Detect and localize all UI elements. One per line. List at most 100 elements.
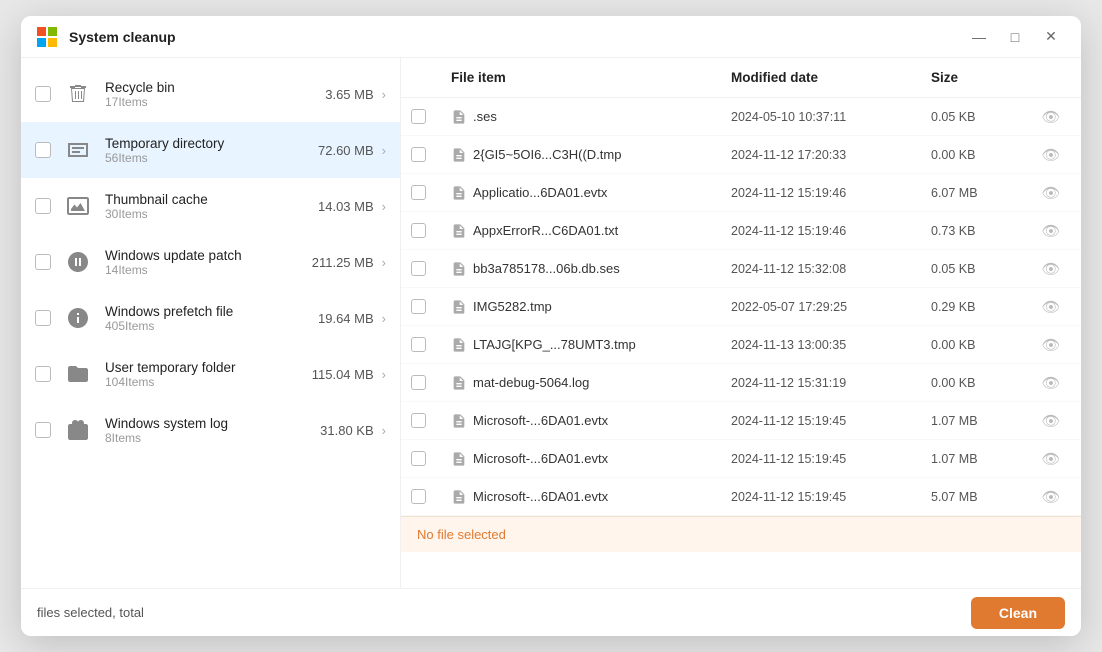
eye-icon[interactable]: 👁 bbox=[1031, 146, 1071, 164]
user-temporary-folder-size: 115.04 MB bbox=[312, 367, 374, 382]
file-row: bb3a785178...06b.db.ses 2024-11-12 15:32… bbox=[401, 250, 1081, 288]
row-checkbox[interactable] bbox=[411, 223, 426, 238]
recycle-bin-size: 3.65 MB bbox=[325, 87, 373, 102]
close-button[interactable]: ✕ bbox=[1037, 23, 1065, 51]
row-checkbox[interactable] bbox=[411, 451, 426, 466]
file-date: 2024-05-10 10:37:11 bbox=[731, 110, 931, 124]
temporary-directory-name: Temporary directory bbox=[105, 136, 318, 151]
file-name: mat-debug-5064.log bbox=[473, 375, 589, 390]
windows-system-log-icon bbox=[61, 413, 95, 447]
row-checkbox[interactable] bbox=[411, 185, 426, 200]
windows-update-patch-icon bbox=[61, 245, 95, 279]
file-name: IMG5282.tmp bbox=[473, 299, 552, 314]
row-checkbox[interactable] bbox=[411, 109, 426, 124]
row-checkbox[interactable] bbox=[411, 489, 426, 504]
file-name-cell: mat-debug-5064.log bbox=[451, 375, 731, 391]
file-row: 2{GI5~5OI6...C3H((D.tmp 2024-11-12 17:20… bbox=[401, 136, 1081, 174]
file-table-header: File item Modified date Size bbox=[401, 58, 1081, 98]
windows-update-patch-arrow: › bbox=[382, 255, 386, 270]
file-size: 0.29 KB bbox=[931, 300, 1031, 314]
file-name: AppxErrorR...C6DA01.txt bbox=[473, 223, 618, 238]
file-name-cell: Microsoft-...6DA01.evtx bbox=[451, 489, 731, 505]
eye-icon[interactable]: 👁 bbox=[1031, 412, 1071, 430]
eye-icon[interactable]: 👁 bbox=[1031, 222, 1071, 240]
file-name-cell: bb3a785178...06b.db.ses bbox=[451, 261, 731, 277]
windows-update-patch-count: 14Items bbox=[105, 263, 312, 277]
temporary-directory-checkbox[interactable] bbox=[35, 142, 51, 158]
temporary-directory-arrow: › bbox=[382, 143, 386, 158]
windows-system-log-info: Windows system log 8Items bbox=[105, 416, 320, 445]
minimize-button[interactable]: — bbox=[965, 23, 993, 51]
maximize-button[interactable]: □ bbox=[1001, 23, 1029, 51]
recycle-bin-icon bbox=[61, 77, 95, 111]
thumbnail-cache-checkbox[interactable] bbox=[35, 198, 51, 214]
file-date: 2024-11-12 15:31:19 bbox=[731, 376, 931, 390]
windows-system-log-checkbox[interactable] bbox=[35, 422, 51, 438]
file-row: Microsoft-...6DA01.evtx 2024-11-12 15:19… bbox=[401, 402, 1081, 440]
file-date: 2024-11-12 15:19:45 bbox=[731, 414, 931, 428]
no-file-selected: No file selected bbox=[401, 516, 1081, 552]
header-modified-date: Modified date bbox=[731, 70, 931, 85]
windows-prefetch-file-info: Windows prefetch file 405Items bbox=[105, 304, 318, 333]
eye-icon[interactable]: 👁 bbox=[1031, 184, 1071, 202]
file-size: 0.05 KB bbox=[931, 110, 1031, 124]
row-checkbox[interactable] bbox=[411, 337, 426, 352]
user-temporary-folder-icon bbox=[61, 357, 95, 391]
row-checkbox[interactable] bbox=[411, 413, 426, 428]
file-name-cell: AppxErrorR...C6DA01.txt bbox=[451, 223, 731, 239]
recycle-bin-name: Recycle bin bbox=[105, 80, 325, 95]
temporary-directory-count: 56Items bbox=[105, 151, 318, 165]
user-temporary-folder-checkbox[interactable] bbox=[35, 366, 51, 382]
sidebar: Recycle bin 17Items 3.65 MB › Temporary … bbox=[21, 58, 401, 588]
file-size: 0.05 KB bbox=[931, 262, 1031, 276]
row-checkbox[interactable] bbox=[411, 147, 426, 162]
file-name-cell: .ses bbox=[451, 109, 731, 125]
eye-icon[interactable]: 👁 bbox=[1031, 108, 1071, 126]
file-name-cell: Microsoft-...6DA01.evtx bbox=[451, 413, 731, 429]
eye-icon[interactable]: 👁 bbox=[1031, 374, 1071, 392]
app-title: System cleanup bbox=[69, 29, 176, 45]
app-window: System cleanup — □ ✕ Recycle bin 17Items… bbox=[21, 16, 1081, 636]
windows-prefetch-file-count: 405Items bbox=[105, 319, 318, 333]
sidebar-item-windows-update-patch[interactable]: Windows update patch 14Items 211.25 MB › bbox=[21, 234, 400, 290]
sidebar-item-user-temporary-folder[interactable]: User temporary folder 104Items 115.04 MB… bbox=[21, 346, 400, 402]
file-date: 2024-11-12 15:19:46 bbox=[731, 224, 931, 238]
eye-icon[interactable]: 👁 bbox=[1031, 260, 1071, 278]
file-size: 5.07 MB bbox=[931, 490, 1031, 504]
sidebar-item-windows-system-log[interactable]: Windows system log 8Items 31.80 KB › bbox=[21, 402, 400, 458]
eye-icon[interactable]: 👁 bbox=[1031, 450, 1071, 468]
row-checkbox[interactable] bbox=[411, 261, 426, 276]
sidebar-item-recycle-bin[interactable]: Recycle bin 17Items 3.65 MB › bbox=[21, 66, 400, 122]
eye-icon[interactable]: 👁 bbox=[1031, 336, 1071, 354]
row-checkbox[interactable] bbox=[411, 375, 426, 390]
recycle-bin-count: 17Items bbox=[105, 95, 325, 109]
file-row: .ses 2024-05-10 10:37:11 0.05 KB 👁 bbox=[401, 98, 1081, 136]
file-date: 2024-11-12 15:19:45 bbox=[731, 490, 931, 504]
windows-prefetch-file-checkbox[interactable] bbox=[35, 310, 51, 326]
file-row: Microsoft-...6DA01.evtx 2024-11-12 15:19… bbox=[401, 478, 1081, 516]
windows-system-log-arrow: › bbox=[382, 423, 386, 438]
file-name: Applicatio...6DA01.evtx bbox=[473, 185, 607, 200]
windows-system-log-count: 8Items bbox=[105, 431, 320, 445]
windows-update-patch-checkbox[interactable] bbox=[35, 254, 51, 270]
file-name: Microsoft-...6DA01.evtx bbox=[473, 489, 608, 504]
file-name: .ses bbox=[473, 109, 497, 124]
sidebar-item-windows-prefetch-file[interactable]: Windows prefetch file 405Items 19.64 MB … bbox=[21, 290, 400, 346]
file-size: 0.00 KB bbox=[931, 376, 1031, 390]
sidebar-item-temporary-directory[interactable]: Temporary directory 56Items 72.60 MB › bbox=[21, 122, 400, 178]
file-name: 2{GI5~5OI6...C3H((D.tmp bbox=[473, 147, 621, 162]
recycle-bin-info: Recycle bin 17Items bbox=[105, 80, 325, 109]
user-temporary-folder-info: User temporary folder 104Items bbox=[105, 360, 312, 389]
eye-icon[interactable]: 👁 bbox=[1031, 488, 1071, 506]
row-checkbox[interactable] bbox=[411, 299, 426, 314]
windows-system-log-name: Windows system log bbox=[105, 416, 320, 431]
recycle-bin-checkbox[interactable] bbox=[35, 86, 51, 102]
user-temporary-folder-arrow: › bbox=[382, 367, 386, 382]
file-name: Microsoft-...6DA01.evtx bbox=[473, 451, 608, 466]
clean-button[interactable]: Clean bbox=[971, 597, 1065, 629]
thumbnail-cache-size: 14.03 MB bbox=[318, 199, 374, 214]
file-size: 1.07 MB bbox=[931, 452, 1031, 466]
eye-icon[interactable]: 👁 bbox=[1031, 298, 1071, 316]
sidebar-item-thumbnail-cache[interactable]: Thumbnail cache 30Items 14.03 MB › bbox=[21, 178, 400, 234]
temporary-directory-size: 72.60 MB bbox=[318, 143, 374, 158]
